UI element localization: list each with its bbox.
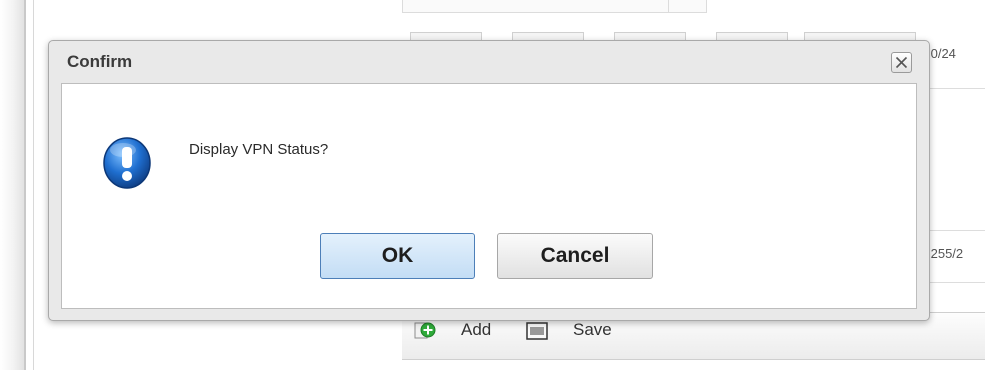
dialog-message: Display VPN Status? <box>189 141 329 158</box>
background-subnet-fragment: .0/24 <box>927 46 956 61</box>
save-icon[interactable] <box>526 322 548 340</box>
cancel-button[interactable]: Cancel <box>497 233 653 279</box>
exclamation-icon <box>103 137 151 189</box>
background-table-divider <box>668 0 669 12</box>
background-mask-fragment: .255/2 <box>927 246 964 261</box>
add-button[interactable]: Add <box>461 320 491 340</box>
page-left-shadow <box>0 0 24 370</box>
ok-button[interactable]: OK <box>320 233 475 279</box>
background-table-header <box>402 0 707 13</box>
save-button[interactable]: Save <box>573 320 612 340</box>
add-icon[interactable] <box>414 320 436 340</box>
dialog-content: Display VPN Status? OK Cancel <box>48 40 930 321</box>
page-left-border-inner <box>33 0 34 370</box>
page-left-border <box>24 0 26 370</box>
